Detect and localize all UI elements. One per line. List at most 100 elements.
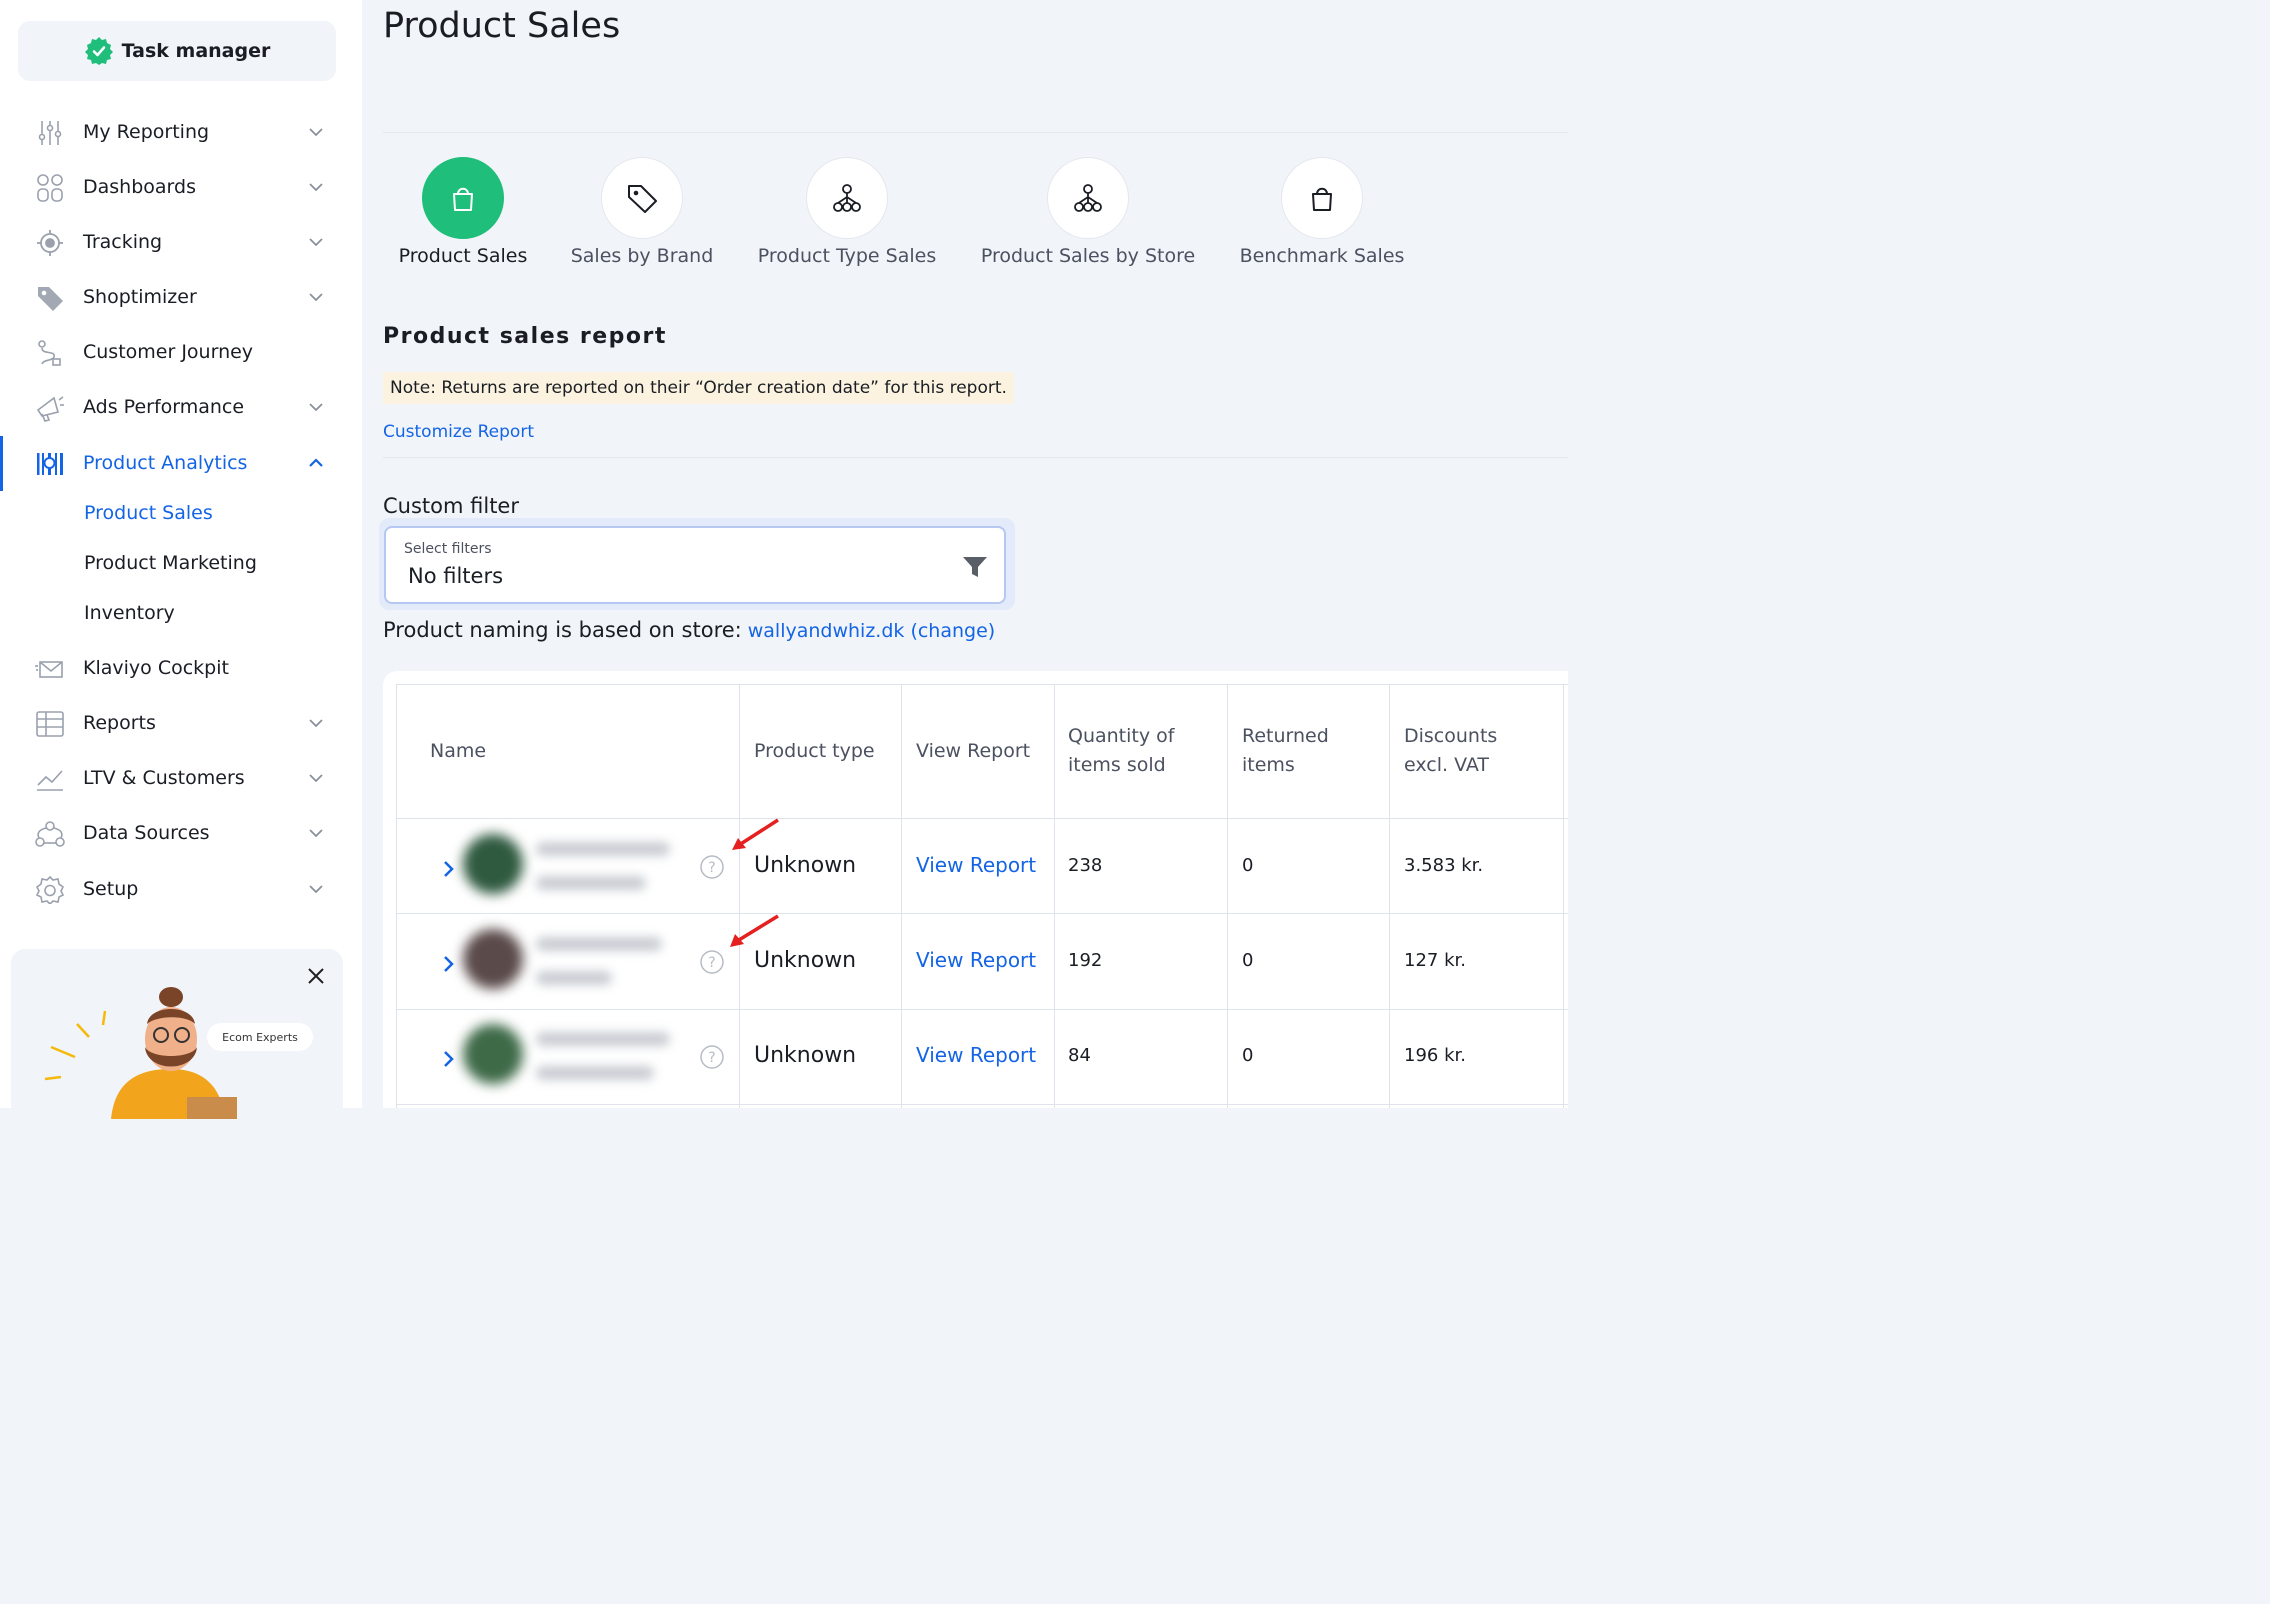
column-header-line: Discounts bbox=[1404, 725, 1498, 747]
help-circle-icon[interactable]: ? bbox=[699, 854, 725, 880]
sidebar-item-my-reporting[interactable]: My Reporting bbox=[0, 110, 362, 154]
tab-label: Product Sales bbox=[398, 245, 528, 267]
view-report-link[interactable]: View Report bbox=[916, 948, 1036, 972]
column-header-view-report[interactable]: View Report bbox=[916, 737, 1030, 766]
sidebar-item-label: Tracking bbox=[83, 231, 163, 253]
brand-name: Task manager bbox=[121, 40, 271, 62]
tab-product-sales[interactable]: Product Sales bbox=[399, 157, 527, 267]
product-type-cell: Unknown bbox=[754, 948, 857, 973]
view-report-link[interactable]: View Report bbox=[916, 853, 1036, 877]
tab-label: Benchmark Sales bbox=[1239, 245, 1405, 267]
discount-cell: 196 kr. bbox=[1404, 1045, 1466, 1066]
promo-pill: Ecom Experts bbox=[207, 1023, 313, 1051]
nodes-icon bbox=[35, 821, 65, 847]
tab-icon-circle bbox=[1281, 157, 1363, 239]
hierarchy-icon bbox=[833, 184, 861, 212]
red-arrow-annotation bbox=[730, 914, 779, 947]
sidebar-item-product-analytics[interactable]: Product Analytics bbox=[0, 441, 362, 485]
row-divider bbox=[396, 1009, 1568, 1010]
table-icon bbox=[36, 711, 64, 737]
sidebar-subitem-product-marketing[interactable]: Product Marketing bbox=[84, 552, 257, 574]
customize-report-link[interactable]: Customize Report bbox=[383, 422, 534, 442]
column-header-line: items sold bbox=[1068, 754, 1166, 776]
blurred-product-variant bbox=[536, 1066, 654, 1080]
red-arrow-annotation bbox=[732, 818, 779, 850]
sidebar-item-data-sources[interactable]: Data Sources bbox=[0, 811, 362, 855]
custom-filter-label: Custom filter bbox=[383, 494, 519, 518]
sidebar-item-setup[interactable]: Setup bbox=[0, 867, 362, 911]
chevron-right-icon[interactable] bbox=[440, 858, 458, 880]
chevron-down-icon bbox=[309, 183, 323, 192]
route-icon bbox=[38, 340, 61, 366]
sidebar-item-shoptimizer[interactable]: Shoptimizer bbox=[0, 275, 362, 319]
chevron-down-icon bbox=[309, 293, 323, 302]
product-type-cell: Unknown bbox=[754, 853, 857, 878]
quantity-cell: 192 bbox=[1068, 950, 1103, 971]
tab-icon-circle bbox=[601, 157, 683, 239]
column-header-discounts[interactable]: Discounts excl. VAT bbox=[1404, 722, 1497, 780]
column-header-product-type[interactable]: Product type bbox=[754, 737, 875, 766]
sidebar-item-klaviyo-cockpit[interactable]: Klaviyo Cockpit bbox=[0, 646, 362, 690]
verified-badge-icon bbox=[84, 37, 113, 65]
filter-select-value: No filters bbox=[408, 564, 504, 588]
tab-icon-circle bbox=[422, 157, 504, 239]
tab-label: Product Type Sales bbox=[757, 245, 937, 267]
chevron-down-icon bbox=[309, 128, 323, 137]
row-divider bbox=[396, 818, 1568, 819]
brand-button[interactable]: Task manager bbox=[18, 21, 336, 81]
filter-select-label: Select filters bbox=[404, 541, 492, 557]
sidebar-item-label: Klaviyo Cockpit bbox=[83, 657, 229, 679]
svg-text:?: ? bbox=[708, 955, 715, 971]
sidebar-item-label: Ads Performance bbox=[83, 396, 245, 418]
funnel-icon[interactable] bbox=[962, 554, 988, 580]
sidebar-item-label: Setup bbox=[83, 878, 139, 900]
page-title: Product Sales bbox=[383, 6, 621, 46]
sidebar-item-label: Customer Journey bbox=[83, 341, 254, 363]
sidebar-item-label: Product Analytics bbox=[83, 452, 248, 474]
view-report-link[interactable]: View Report bbox=[916, 1043, 1036, 1067]
sidebar-item-dashboards[interactable]: Dashboards bbox=[0, 165, 362, 209]
quantity-cell: 84 bbox=[1068, 1045, 1091, 1066]
close-icon[interactable] bbox=[305, 965, 327, 987]
product-naming-info: Product naming is based on store: wallyan… bbox=[383, 618, 995, 642]
row-divider bbox=[396, 1104, 1568, 1105]
chevron-right-icon[interactable] bbox=[440, 1048, 458, 1070]
sidebar-subitem-inventory[interactable]: Inventory bbox=[84, 602, 175, 624]
tab-product-sales-by-store[interactable]: Product Sales by Store bbox=[981, 157, 1195, 267]
filter-select[interactable]: Select filters No filters bbox=[384, 526, 1006, 604]
tag-icon bbox=[628, 185, 657, 213]
blurred-product-name bbox=[536, 842, 670, 856]
column-header-name[interactable]: Name bbox=[430, 737, 486, 766]
tab-product-type-sales[interactable]: Product Type Sales bbox=[758, 157, 936, 267]
sidebar-subitem-product-sales[interactable]: Product Sales bbox=[84, 502, 213, 524]
sidebar-item-label: My Reporting bbox=[83, 121, 210, 143]
chevron-right-icon[interactable] bbox=[440, 953, 458, 975]
discount-cell: 3.583 kr. bbox=[1404, 855, 1484, 876]
product-type-cell: Unknown bbox=[754, 1043, 857, 1068]
sidebar-item-tracking[interactable]: Tracking bbox=[0, 220, 362, 264]
column-divider bbox=[1563, 684, 1564, 1108]
tab-benchmark-sales[interactable]: Benchmark Sales bbox=[1240, 157, 1404, 267]
tab-icon-circle bbox=[806, 157, 888, 239]
svg-text:?: ? bbox=[708, 1050, 715, 1066]
blurred-product-name bbox=[536, 1032, 670, 1046]
product-thumbnail bbox=[463, 929, 523, 989]
sidebar-item-label: Shoptimizer bbox=[83, 286, 197, 308]
help-circle-icon[interactable]: ? bbox=[699, 949, 725, 975]
sidebar-item-ltv-customers[interactable]: LTV & Customers bbox=[0, 756, 362, 800]
sidebar-item-label: Data Sources bbox=[83, 822, 210, 844]
sidebar-item-reports[interactable]: Reports bbox=[0, 701, 362, 745]
help-circle-icon[interactable]: ? bbox=[699, 1044, 725, 1070]
chevron-down-icon bbox=[309, 885, 323, 894]
column-divider bbox=[739, 684, 740, 1108]
tab-sales-by-brand[interactable]: Sales by Brand bbox=[571, 157, 713, 267]
sidebar-item-ads-performance[interactable]: Ads Performance bbox=[0, 385, 362, 429]
sidebar-item-customer-journey[interactable]: Customer Journey bbox=[0, 330, 362, 374]
column-divider bbox=[1227, 684, 1228, 1108]
column-header-quantity[interactable]: Quantity of items sold bbox=[1068, 722, 1174, 780]
store-change-link[interactable]: wallyandwhiz.dk (change) bbox=[748, 620, 995, 642]
gear-icon bbox=[35, 876, 65, 904]
chevron-down-icon bbox=[309, 719, 323, 728]
tab-label: Sales by Brand bbox=[570, 245, 714, 267]
column-header-returned[interactable]: Returned items bbox=[1242, 722, 1329, 780]
